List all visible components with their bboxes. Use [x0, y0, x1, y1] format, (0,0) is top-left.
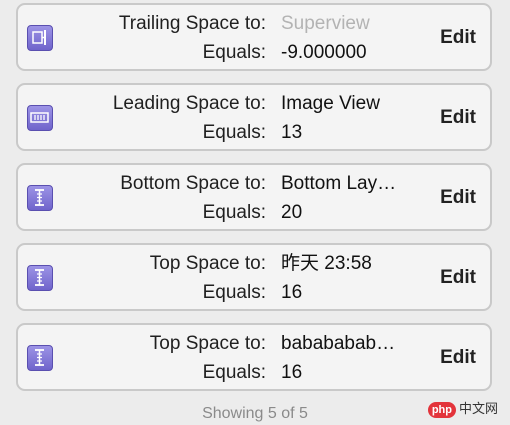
edit-button[interactable]: Edit [440, 105, 476, 131]
constraint-row[interactable]: Leading Space to: Image View Equals: 13 Edit [16, 83, 492, 151]
constraint-row[interactable]: Top Space to: 昨天 23:58 Equals: 16 Edit [16, 243, 492, 311]
constraint-label: Leading Space to: [112, 93, 266, 114]
constraint-label: Top Space to: [149, 333, 266, 354]
edit-button[interactable]: Edit [440, 25, 476, 51]
edit-button[interactable]: Edit [440, 345, 476, 371]
constraint-row[interactable]: Trailing Space to: Superview Equals: -9.000… [16, 3, 492, 71]
equals-label: Equals: [202, 202, 266, 223]
constraint-target: 昨天 23:58 [281, 253, 372, 274]
edit-button[interactable]: Edit [440, 265, 476, 291]
equals-value: 16 [281, 362, 303, 383]
constraint-target: Superview [281, 13, 370, 34]
constraint-label: Bottom Space to: [120, 173, 266, 194]
edit-button[interactable]: Edit [440, 185, 476, 211]
watermark: php 中文网 [427, 398, 498, 420]
equals-label: Equals: [202, 122, 266, 143]
constraint-row[interactable]: Bottom Space to: Bottom Lay… Equals: 20 Edit [16, 163, 492, 231]
constraint-target: Image View [281, 93, 380, 114]
equals-label: Equals: [202, 282, 266, 303]
watermark-badge: php [427, 401, 456, 418]
constraint-label: Top Space to: [149, 253, 266, 274]
constraint-row[interactable]: Top Space to: babababab… Equals: 16 Edit [16, 323, 492, 391]
equals-value: 16 [281, 282, 303, 303]
constraint-target: Bottom Lay… [281, 173, 397, 194]
constraint-label: Trailing Space to: [118, 13, 266, 34]
equals-label: Equals: [202, 362, 266, 383]
constraint-target: babababab… [281, 333, 396, 354]
equals-label: Equals: [202, 42, 266, 63]
equals-value: 20 [281, 202, 303, 223]
equals-value: -9.000000 [281, 42, 367, 63]
watermark-text: 中文网 [458, 401, 498, 416]
equals-value: 13 [281, 122, 303, 143]
